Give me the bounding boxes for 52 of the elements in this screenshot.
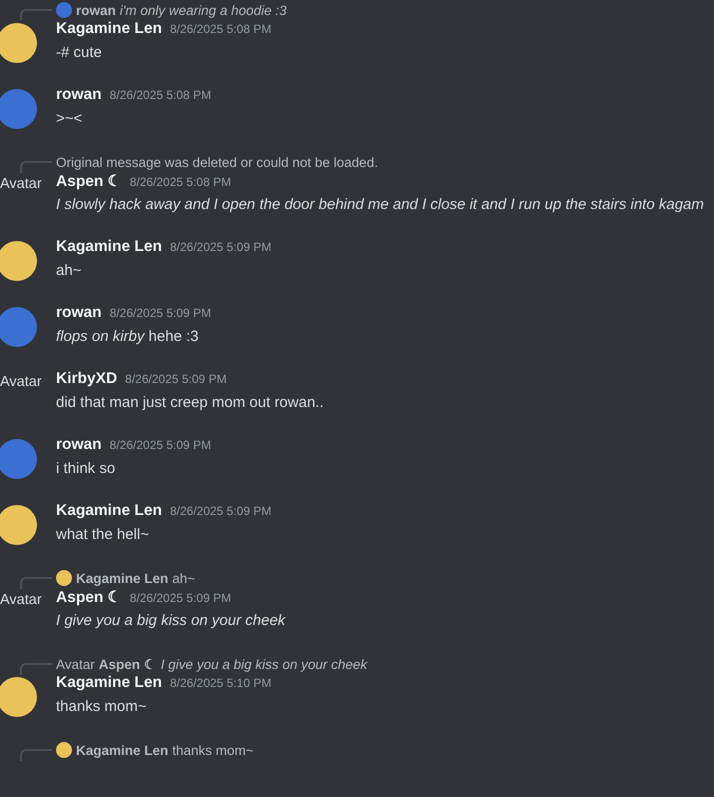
reply-preview[interactable]: ah~: [172, 570, 196, 586]
timestamp: 8/26/2025 5:09 PM: [170, 240, 272, 254]
reply-preview[interactable]: I give you a big kiss on your cheek: [160, 656, 368, 672]
timestamp: 8/26/2025 5:09 PM: [110, 306, 212, 320]
timestamp: 8/26/2025 5:10 PM: [170, 676, 272, 690]
username[interactable]: rowan: [56, 436, 102, 454]
username[interactable]: KirbyXD: [56, 370, 118, 388]
avatar-alt-text: Avatar: [0, 176, 42, 194]
timestamp: 8/26/2025 5:09 PM: [170, 504, 272, 518]
message-text: ah~: [56, 261, 82, 281]
timestamp: 8/26/2025 5:08 PM: [170, 22, 272, 36]
message-text: flops on kirby hehe :3: [56, 327, 200, 347]
message-text: >~<: [56, 109, 84, 129]
timestamp: 8/26/2025 5:08 PM: [130, 175, 232, 189]
timestamp: 8/26/2025 5:09 PM: [130, 591, 232, 605]
username[interactable]: rowan: [56, 86, 102, 104]
username[interactable]: Kagamine Len: [56, 20, 162, 38]
reply-preview[interactable]: i'm only wearing a hoodie :3: [120, 2, 287, 18]
reply-connector: [20, 161, 52, 173]
message-text: -# cute: [56, 43, 103, 63]
user-avatar[interactable]: [0, 241, 37, 281]
message-text: I give you a big kiss on your cheek: [56, 611, 286, 631]
user-avatar[interactable]: [0, 677, 37, 717]
message-text: what the hell~: [56, 525, 150, 545]
reply-connector: [20, 577, 52, 589]
avatar-alt-text: Avatar: [0, 592, 42, 610]
username[interactable]: Kagamine Len: [56, 238, 162, 256]
username[interactable]: Kagamine Len: [56, 674, 162, 692]
user-avatar[interactable]: [0, 23, 37, 63]
username[interactable]: Kagamine Len: [56, 502, 162, 520]
avatar-alt-text: Avatar: [0, 374, 42, 392]
timestamp: 8/26/2025 5:09 PM: [125, 372, 227, 386]
username[interactable]: rowan: [56, 304, 102, 322]
reply-author[interactable]: Kagamine Len: [76, 742, 168, 758]
message-text: i think so: [56, 459, 116, 479]
message-text: did that man just creep mom out rowan..: [56, 393, 324, 413]
reply-connector: [20, 663, 52, 675]
username[interactable]: Aspen ☾: [56, 588, 122, 607]
reply-preview[interactable]: thanks mom~: [172, 742, 254, 758]
message-text: thanks mom~: [56, 697, 148, 717]
timestamp: 8/26/2025 5:08 PM: [110, 88, 212, 102]
timestamp: 8/26/2025 5:09 PM: [110, 438, 212, 452]
reply-author[interactable]: Aspen ☾: [98, 656, 157, 672]
avatar-alt-text: Avatar: [56, 656, 95, 672]
reply-author[interactable]: rowan: [76, 2, 116, 18]
reply-connector: [20, 9, 52, 21]
reply-preview[interactable]: Original message was deleted or could not be loaded.: [56, 154, 378, 170]
username[interactable]: Aspen ☾: [56, 172, 122, 191]
reply-connector: [20, 749, 52, 761]
reply-author[interactable]: Kagamine Len: [76, 570, 168, 586]
user-avatar[interactable]: [0, 505, 37, 545]
message-text: I slowly hack away and I open the door behind me and I close it and I run up the stairs into kagam: [56, 195, 704, 215]
